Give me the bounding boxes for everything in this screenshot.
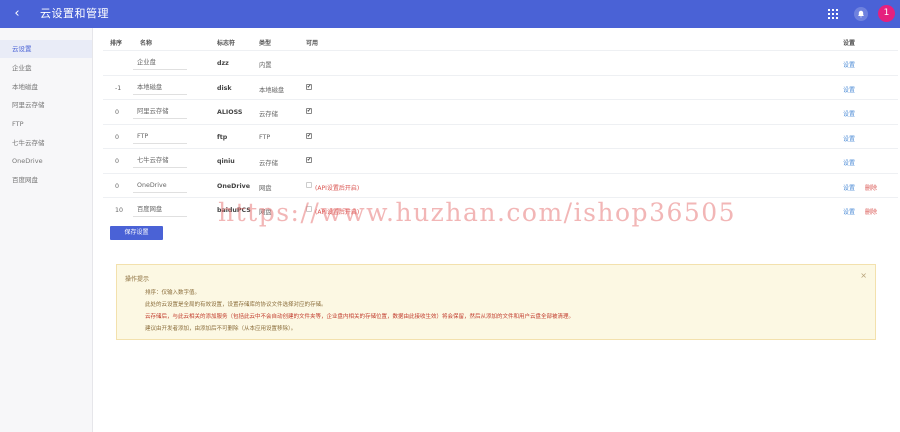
header-available: 可用 [306,40,319,47]
close-icon[interactable]: × [860,271,867,280]
row-order: 0 [115,109,120,116]
table-row: 企业盘 dzz 内置 设置 [103,50,898,75]
main-content: 排序 名称 标志符 类型 可用 设置 企业盘 dzz 内置 设置 -1 本地磁盘… [93,28,900,432]
row-order: -1 [115,85,122,92]
table-row: -1 本地磁盘 disk 本地磁盘 设置 [103,75,898,100]
row-delete-link[interactable]: 删除 [865,183,877,192]
header-type: 类型 [259,40,272,47]
available-checkbox[interactable] [306,182,312,188]
row-name-input[interactable]: 阿里云存储 [133,105,187,119]
row-settings-link[interactable]: 设置 [843,158,855,167]
tip-line: 云存储后，与此云相关的添加服务（包括此云中不会自动创建的文件夹等，企业盘内相关的… [145,314,575,320]
notification-bell-icon[interactable] [854,7,868,21]
sidebar-item-baidu[interactable]: 百度网盘 [0,171,92,189]
row-settings-link[interactable]: 设置 [843,183,855,192]
sidebar-item-local-disk[interactable]: 本地磁盘 [0,78,92,96]
apps-grid-icon[interactable] [828,9,838,19]
header-order: 排序 [110,40,123,47]
sidebar-item-onedrive[interactable]: OneDrive [0,152,92,170]
row-type: 网盘 [259,185,272,192]
available-checkbox[interactable] [306,157,312,163]
row-mark: dzz [217,60,229,67]
row-name-input[interactable]: OneDrive [133,179,187,193]
available-checkbox[interactable] [306,84,312,90]
table-row: 0 阿里云存储 ALIOSS 云存储 设置 [103,99,898,124]
header-settings: 设置 [843,40,856,47]
row-name-input[interactable]: 企业盘 [133,56,187,70]
page-title: 云设置和管理 [40,7,109,20]
sidebar-item-cloud-settings[interactable]: 云设置 [0,40,92,58]
row-order: 0 [115,134,120,141]
tip-line: 建议由开发者添加，由添加后不可删除（从本应用设置移除）。 [145,326,297,332]
row-name-input[interactable]: 百度网盘 [133,203,187,217]
row-settings-link[interactable]: 设置 [843,60,855,69]
row-order: 10 [115,207,124,214]
row-type: 本地磁盘 [259,87,285,94]
row-mark: ftp [217,134,228,141]
row-settings-link[interactable]: 设置 [843,207,855,216]
row-delete-link[interactable]: 删除 [865,207,877,216]
header-mark: 标志符 [217,40,236,47]
row-name-input[interactable]: 七牛云存储 [133,154,187,168]
table-row: 0 FTP ftp FTP 设置 [103,124,898,149]
sidebar-item-alioss[interactable]: 阿里云存储 [0,96,92,114]
tip-line: 排序：仅输入数字值。 [145,290,201,296]
sidebar-item-enterprise-disk[interactable]: 企业盘 [0,59,92,77]
row-name-input[interactable]: 本地磁盘 [133,81,187,95]
tip-title: 操作提示 [125,276,150,283]
row-type: 云存储 [259,160,278,167]
row-name-input[interactable]: FTP [133,130,187,144]
row-settings-link[interactable]: 设置 [843,85,855,94]
row-order: 0 [115,183,120,190]
back-button[interactable]: ‹ [8,4,26,24]
row-settings-link[interactable]: 设置 [843,109,855,118]
row-settings-link[interactable]: 设置 [843,134,855,143]
sidebar: 云设置 企业盘 本地磁盘 阿里云存储 FTP 七牛云存储 OneDrive 百度… [0,28,93,432]
watermark: https://www.huzhan.com/ishop36505 [218,198,737,227]
row-order: 0 [115,158,120,165]
user-avatar[interactable]: 1 [878,5,895,22]
available-checkbox[interactable] [306,108,312,114]
row-mark: OneDrive [217,183,250,190]
available-checkbox[interactable] [306,133,312,139]
api-warning-text: (API设置后开启) [315,185,360,192]
top-bar: ‹ 云设置和管理 1 [0,0,900,28]
row-mark: qiniu [217,158,235,165]
row-mark: disk [217,85,232,92]
table-row: 0 七牛云存储 qiniu 云存储 设置 [103,148,898,173]
sidebar-item-ftp[interactable]: FTP [0,115,92,133]
row-type: FTP [259,134,271,141]
tip-line: 此处的云设置是全局的有效设置，设置存储库的协议文件选择对应的存储。 [145,302,327,308]
table-header: 排序 名称 标志符 类型 可用 设置 [103,34,898,48]
sidebar-item-qiniu[interactable]: 七牛云存储 [0,134,92,152]
tip-panel: 操作提示 × 排序：仅输入数字值。 此处的云设置是全局的有效设置，设置存储库的协… [116,264,876,340]
header-name: 名称 [140,40,153,47]
row-mark: ALIOSS [217,109,243,116]
row-type: 云存储 [259,111,278,118]
table-row: 0 OneDrive OneDrive 网盘 (API设置后开启) 设置 删除 [103,173,898,198]
row-type: 内置 [259,62,272,69]
save-settings-button[interactable]: 保存设置 [110,226,163,240]
